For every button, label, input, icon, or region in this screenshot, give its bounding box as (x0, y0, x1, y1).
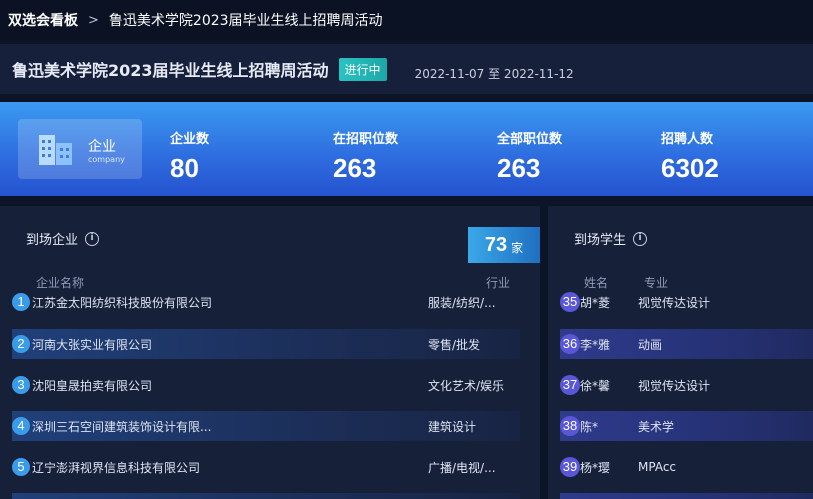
student-major: 美术学 (638, 419, 675, 434)
student-name: 李*雅 (580, 337, 611, 352)
company-industry: 服装/纺织/... (428, 295, 496, 310)
company-name: 沈阳皇晟拍卖有限公司 (32, 378, 153, 393)
row-number-badge: 35 (560, 292, 580, 312)
table-row-partial[interactable] (12, 493, 520, 499)
companies-list[interactable]: 1 江苏金太阳纺织科技股份有限公司 服装/纺织/... 2 河南大张实业有限公司… (0, 289, 540, 499)
company-industry: 零售/批发 (428, 337, 481, 352)
table-row[interactable]: 1 江苏金太阳纺织科技股份有限公司 服装/纺织/... (12, 289, 520, 317)
info-circle-icon[interactable]: i (85, 231, 100, 246)
table-row[interactable]: 2 河南大张实业有限公司 零售/批发 (12, 329, 520, 359)
category-label: 企业 (88, 139, 116, 155)
building-icon (39, 135, 72, 165)
row-number-badge: 5 (12, 458, 30, 476)
student-name: 杨*璎 (580, 460, 611, 475)
stat-label: 全部职位数 (497, 132, 563, 147)
company-industry: 广播/电视/... (428, 460, 496, 475)
row-number-badge: 2 (12, 335, 30, 353)
stat-open-positions: 在招职位数 263 (333, 128, 398, 184)
list-item-partial[interactable] (560, 493, 813, 499)
breadcrumb-root-link[interactable]: 双选会看板 (8, 10, 78, 30)
event-title: 鲁迅美术学院2023届毕业生线上招聘周活动 (12, 61, 329, 80)
breadcrumb-current: 鲁迅美术学院2023届毕业生线上招聘周活动 (108, 13, 383, 29)
breadcrumb: 双选会看板 > 鲁迅美术学院2023届毕业生线上招聘周活动 (0, 0, 813, 40)
companies-panel-header: 到场企业 i (26, 229, 100, 248)
companies-panel-title: 到场企业 (26, 233, 79, 248)
row-number-badge: 4 (12, 417, 30, 435)
stat-company-count: 企业数 80 (170, 128, 209, 184)
event-date-range: 2022-11-07 至 2022-11-12 (414, 66, 574, 81)
list-item[interactable]: 35 胡*菱 视觉传达设计 (560, 289, 813, 317)
breadcrumb-separator: > (88, 12, 99, 28)
panel-divider-scrollbar[interactable] (540, 206, 548, 499)
stat-label: 企业数 (170, 132, 210, 147)
student-name: 徐*馨 (580, 378, 611, 393)
list-item[interactable]: 39 杨*璎 MPAcc (560, 452, 813, 482)
company-name: 辽宁澎湃视界信息科技有限公司 (32, 460, 201, 475)
list-item[interactable]: 36 李*雅 动画 (560, 329, 813, 359)
company-count-tag: 73 家 (468, 227, 540, 263)
student-name: 胡*菱 (580, 295, 611, 310)
table-row[interactable]: 4 深圳三石空间建筑装饰设计有限... 建筑设计 (12, 411, 520, 441)
students-panel-header: 到场学生 i (574, 229, 648, 248)
company-count-unit: 家 (511, 240, 524, 255)
company-name: 深圳三石空间建筑装饰设计有限... (32, 419, 212, 434)
category-card: 企业 company (18, 119, 142, 179)
company-industry: 文化艺术/娱乐 (428, 378, 505, 393)
company-count-value: 73 (484, 233, 508, 256)
student-major: MPAcc (638, 460, 677, 474)
stat-value: 80 (170, 153, 199, 183)
summary-banner: 企业 company 企业数 80 在招职位数 263 全部职位数 263 招聘… (0, 102, 813, 196)
event-header: 鲁迅美术学院2023届毕业生线上招聘周活动 进行中 2022-11-07 至 2… (0, 44, 813, 94)
student-name: 陈* (580, 419, 599, 434)
student-major: 视觉传达设计 (638, 295, 711, 310)
stat-value: 263 (333, 153, 377, 183)
stat-value: 6302 (661, 153, 719, 183)
student-major: 动画 (638, 337, 663, 352)
stat-all-positions: 全部职位数 263 (497, 128, 562, 184)
students-panel-title: 到场学生 (574, 233, 627, 248)
row-number-badge: 36 (560, 334, 580, 354)
company-name: 河南大张实业有限公司 (32, 337, 153, 352)
table-row[interactable]: 5 辽宁澎湃视界信息科技有限公司 广播/电视/... (12, 452, 520, 482)
info-circle-icon[interactable]: i (633, 231, 648, 246)
list-item[interactable]: 37 徐*馨 视觉传达设计 (560, 370, 813, 400)
stat-hiring-count: 招聘人数 6302 (661, 128, 719, 184)
stat-label: 在招职位数 (333, 132, 399, 147)
students-list[interactable]: 35 胡*菱 视觉传达设计 36 李*雅 动画 37 徐*馨 视觉传达设计 38… (548, 289, 813, 499)
list-item[interactable]: 38 陈* 美术学 (560, 411, 813, 441)
company-industry: 建筑设计 (428, 419, 477, 434)
students-panel: 到场学生 i 姓名 专业 35 胡*菱 视觉传达设计 36 李*雅 动画 37 … (548, 206, 813, 499)
row-number-badge: 38 (560, 416, 580, 436)
category-label-en: company (88, 155, 125, 164)
companies-panel: 到场企业 i 73 家 企业名称 行业 1 江苏金太阳纺织科技股份有限公司 服装… (0, 206, 540, 499)
row-number-badge: 1 (12, 293, 30, 311)
row-number-badge: 39 (560, 457, 580, 477)
company-name: 江苏金太阳纺织科技股份有限公司 (32, 295, 213, 310)
stat-label: 招聘人数 (661, 132, 714, 147)
student-major: 视觉传达设计 (638, 378, 711, 393)
table-row[interactable]: 3 沈阳皇晟拍卖有限公司 文化艺术/娱乐 (12, 370, 520, 400)
status-badge: 进行中 (338, 57, 387, 81)
row-number-badge: 3 (12, 376, 30, 394)
row-number-badge: 37 (560, 375, 580, 395)
stat-value: 263 (497, 153, 541, 183)
